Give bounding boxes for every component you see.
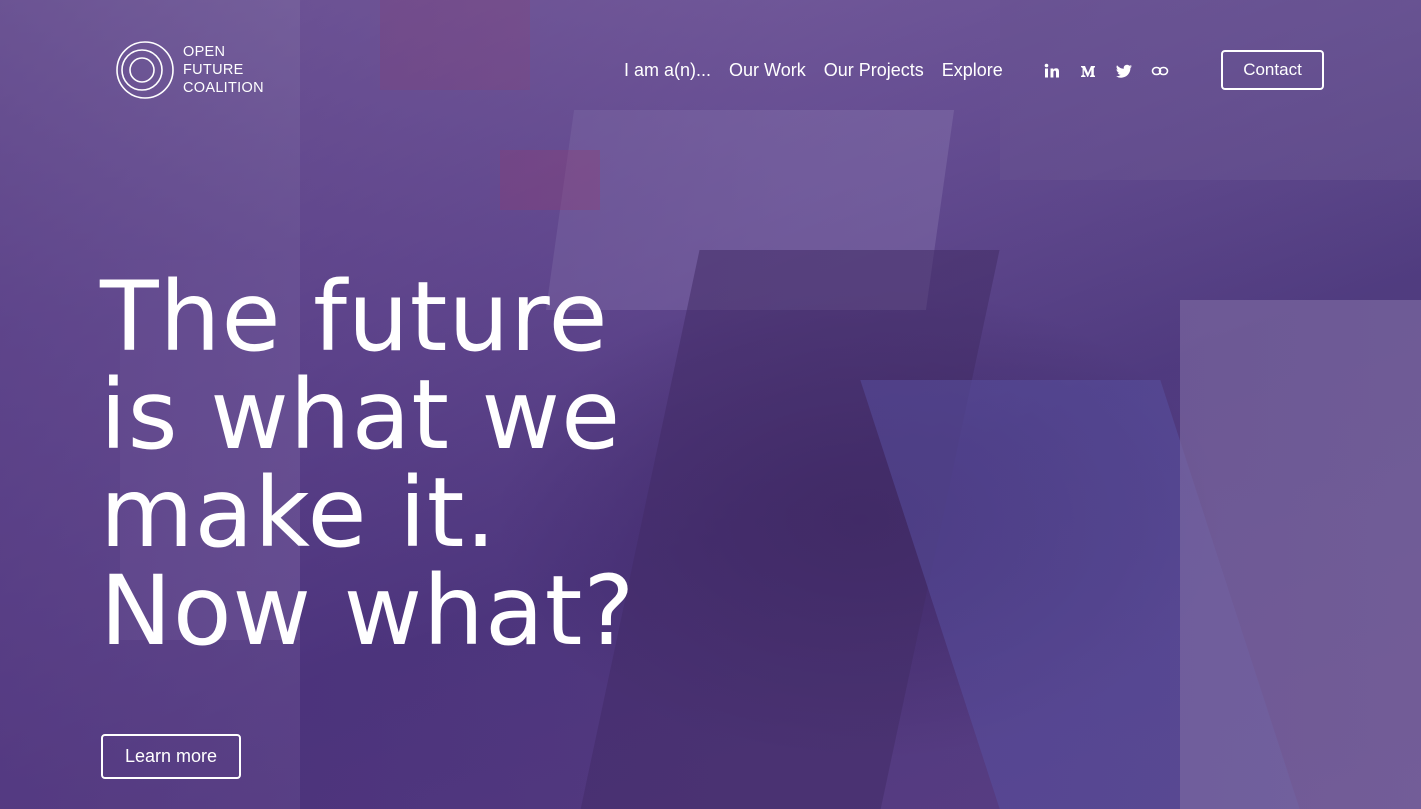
medium-icon[interactable] [1079,62,1097,80]
linkedin-icon[interactable] [1043,62,1061,80]
site-logo[interactable]: OPEN FUTURE COALITION [115,40,275,100]
link-icon[interactable] [1151,62,1169,80]
logo-line-1: OPEN [183,44,226,60]
nav-item-explore[interactable]: Explore [942,58,1003,82]
headline-line-3: make it. [100,457,497,569]
logo-wordmark: OPEN FUTURE COALITION [183,43,264,97]
logo-line-2: FUTURE [183,62,244,78]
contact-button[interactable]: Contact [1221,50,1324,90]
nav-item-our-work[interactable]: Our Work [729,58,806,82]
nav-item-our-projects[interactable]: Our Projects [824,58,924,82]
logo-circles-icon [116,41,174,99]
social-links [1043,62,1169,80]
headline-line-4: Now what? [100,555,636,667]
twitter-icon[interactable] [1115,62,1133,80]
main-nav: I am a(n)... Our Work Our Projects Explo… [624,58,1003,82]
headline-line-2: is what we [100,359,622,471]
headline-line-1: The future [100,261,609,373]
learn-more-button[interactable]: Learn more [101,734,241,779]
nav-item-i-am-a[interactable]: I am a(n)... [624,58,711,82]
hero-headline: The future is what we make it. Now what? [100,268,740,660]
logo-line-3: COALITION [183,80,264,96]
